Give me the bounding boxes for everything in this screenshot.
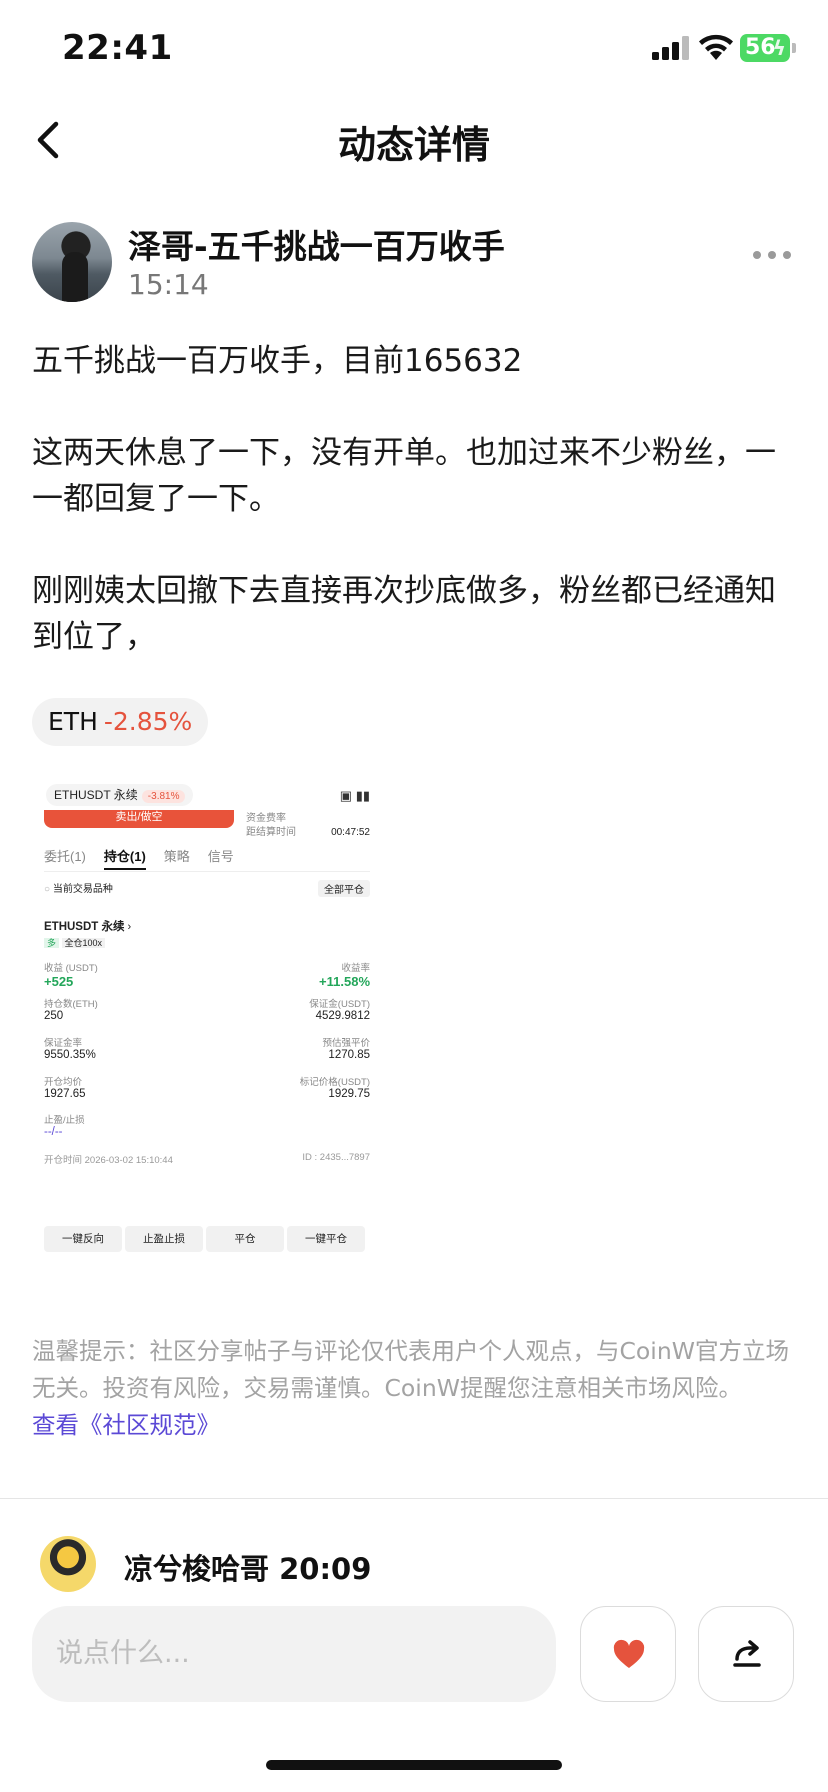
image-margin-ratio-row: 保证金率 9550.35% 预估强平价 1270.85 xyxy=(44,1038,370,1061)
post-paragraph: 刚刚姨太回撤下去直接再次抄底做多，粉丝都已经通知到位了， xyxy=(32,573,776,655)
post-paragraph: 五千挑战一百万收手，目前165632 xyxy=(32,343,523,379)
status-time: 22:41 xyxy=(62,28,173,68)
navigation-bar: 动态详情 xyxy=(0,100,828,180)
commenter-avatar[interactable] xyxy=(40,1536,96,1592)
battery-icon: 56 ϟ xyxy=(740,34,790,62)
coin-tag[interactable]: ETH -2.85% xyxy=(32,698,209,746)
coin-symbol: ETH xyxy=(48,707,98,736)
share-icon xyxy=(733,1640,761,1667)
image-tabs: 委托(1) 持仓(1) 策略 信号 xyxy=(44,846,370,872)
cellular-signal-icon xyxy=(652,36,689,60)
author-name[interactable]: 泽哥-五千挑战一百万收手 xyxy=(128,220,505,268)
battery-level: 56 xyxy=(745,35,776,60)
like-button[interactable] xyxy=(580,1606,676,1702)
post-content: 五千挑战一百万收手，目前165632 这两天休息了一下，没有开单。也加过来不少粉… xyxy=(32,338,792,706)
home-indicator xyxy=(266,1760,562,1770)
coin-change: -2.85% xyxy=(103,707,193,736)
image-entry-row: 开仓均价 1927.65 标记价格(USDT) 1929.75 xyxy=(44,1077,370,1100)
page-title: 动态详情 xyxy=(337,123,490,167)
image-funding-info: 资金费率 距结算时间 00:47:52 xyxy=(246,813,370,838)
image-pair-change: -3.81% xyxy=(141,790,186,803)
post-time: 15:14 xyxy=(128,268,209,301)
share-button[interactable] xyxy=(698,1606,794,1702)
image-pair-header: ETHUSDT 永续 -3.81% xyxy=(46,784,194,806)
heart-icon xyxy=(613,1639,645,1668)
more-options-icon[interactable] xyxy=(752,248,792,262)
notice-text: 温馨提示：社区分享帖子与评论仅代表用户个人观点，与CoinW官方立场无关。投资有… xyxy=(32,1337,789,1402)
image-tpsl-row: 止盈/止损 --/-- xyxy=(44,1115,85,1138)
image-pair: ETHUSDT 永续 xyxy=(54,788,138,802)
image-pnl-row: 收益 (USDT) +525 收益率 +11.58% xyxy=(44,963,370,989)
battery-cap xyxy=(792,43,796,53)
status-bar: 22:41 56 ϟ xyxy=(0,0,828,100)
image-position-pair: ETHUSDT 永续 › 多 全仓100x xyxy=(44,921,132,948)
community-rules-link[interactable]: 查看《社区规范》 xyxy=(32,1407,792,1444)
chart-icon: ▣ ▮▮ xyxy=(339,788,370,803)
image-filter-row: ○ 当前交易品种 全部平仓 xyxy=(44,880,370,897)
image-open-time-row: 开仓时间 2026-03-02 15:10:44 ID : 2435...7897 xyxy=(44,1152,370,1166)
divider xyxy=(0,1498,828,1499)
comment-author-time[interactable]: 凉兮梭哈哥 20:09 xyxy=(124,1546,371,1588)
wifi-icon xyxy=(699,34,733,60)
image-sell-button: 卖出/做空 xyxy=(44,810,234,828)
author-avatar[interactable] xyxy=(32,222,112,302)
comment-input[interactable]: 说点什么... xyxy=(32,1606,556,1702)
image-size-row: 持仓数(ETH) 250 保证金(USDT) 4529.9812 xyxy=(44,999,370,1022)
post-paragraph: 这两天休息了一下，没有开单。也加过来不少粉丝，一一都回复了一下。 xyxy=(32,435,776,517)
image-action-buttons: 一键反向 止盈止损 平仓 一键平仓 xyxy=(44,1226,370,1252)
community-notice: 温馨提示：社区分享帖子与评论仅代表用户个人观点，与CoinW官方立场无关。投资有… xyxy=(32,1333,792,1444)
post-image[interactable]: ETHUSDT 永续 -3.81% ▣ ▮▮ 卖出/做空 资金费率 距结算时间 00… xyxy=(40,770,376,1260)
